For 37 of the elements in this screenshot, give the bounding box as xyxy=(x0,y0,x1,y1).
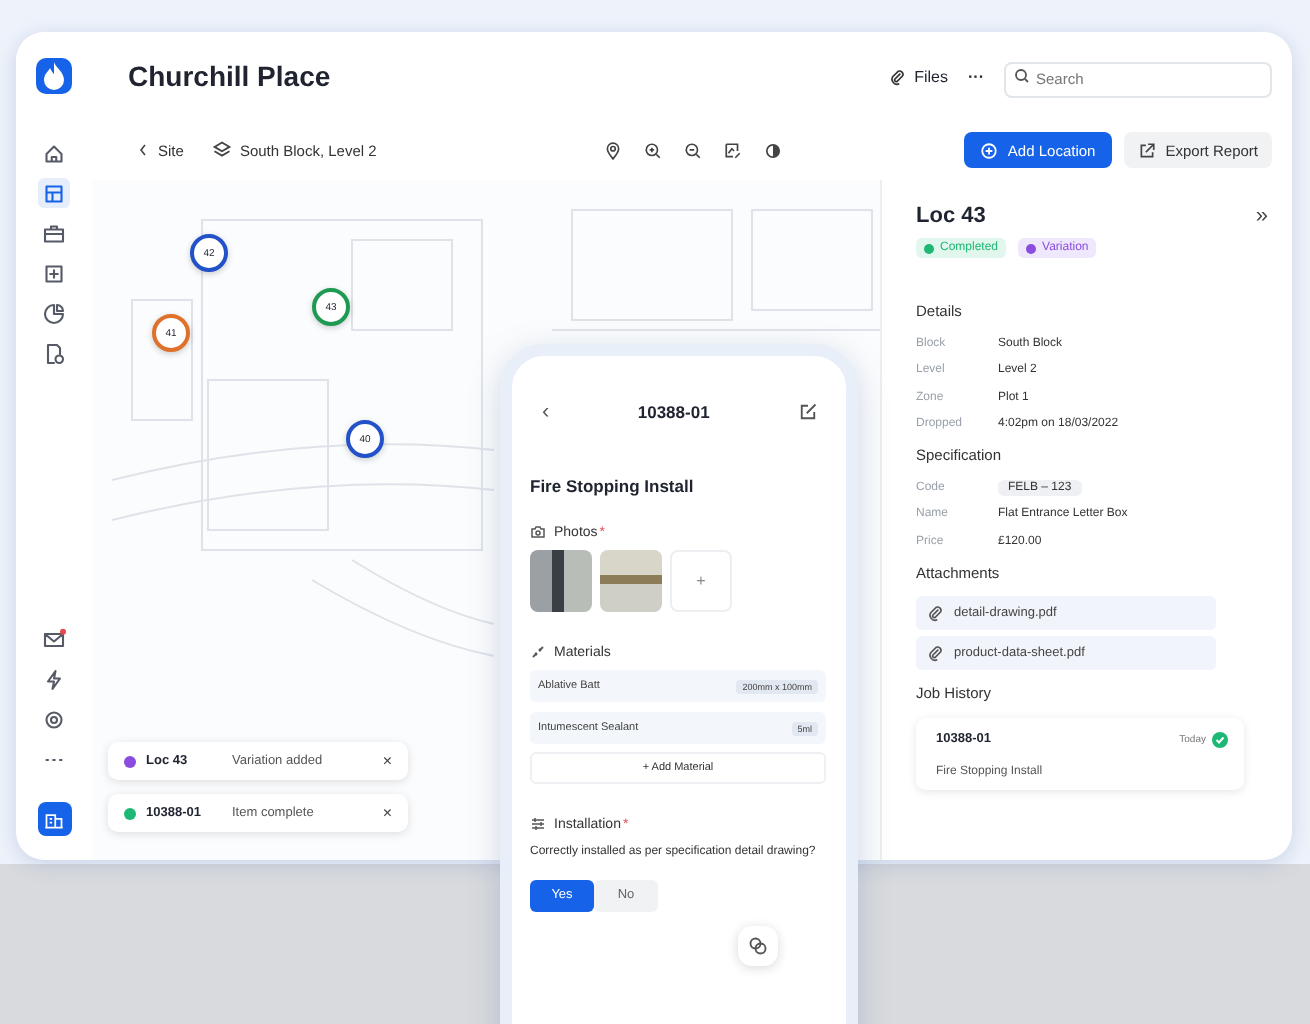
paperclip-icon xyxy=(926,643,944,661)
overlapping-circles-icon xyxy=(748,936,768,956)
job-title: Fire Stopping Install xyxy=(530,476,696,496)
chevron-left-icon xyxy=(136,142,150,158)
close-button[interactable]: × xyxy=(382,752,392,770)
link-icon xyxy=(530,644,546,660)
zoom-out-icon[interactable] xyxy=(684,141,703,159)
image-edit-icon[interactable] xyxy=(724,141,743,159)
files-button[interactable]: Files xyxy=(888,67,948,85)
more-button[interactable]: ··· xyxy=(968,67,984,85)
layers-icon xyxy=(211,140,232,160)
plans-icon[interactable] xyxy=(38,178,70,208)
job-id: 10388-01 xyxy=(637,402,710,422)
paperclip-icon xyxy=(926,603,944,621)
pin-icon[interactable] xyxy=(604,141,623,159)
external-link-icon xyxy=(1137,141,1156,159)
edit-icon[interactable] xyxy=(798,402,818,422)
page-title: Churchill Place xyxy=(128,60,333,92)
search-icon xyxy=(1014,68,1030,84)
collapse-button[interactable]: » xyxy=(1255,204,1268,228)
camera-icon xyxy=(530,524,546,540)
close-button[interactable]: × xyxy=(382,804,392,822)
zoom-in-icon[interactable] xyxy=(644,141,663,159)
location-title: Loc 43 xyxy=(916,204,986,228)
paperclip-icon xyxy=(888,67,907,85)
chart-icon[interactable] xyxy=(38,298,70,328)
check-icon xyxy=(1212,731,1228,747)
contrast-icon[interactable] xyxy=(764,141,783,159)
building-icon[interactable] xyxy=(37,802,71,836)
photo-placeholder[interactable] xyxy=(600,550,662,612)
add-photo-button[interactable]: + xyxy=(670,550,732,612)
flame-logo-icon xyxy=(36,58,72,94)
sliders-icon xyxy=(530,816,546,832)
photo-placeholder[interactable] xyxy=(530,550,592,612)
back-button[interactable]: ‹ xyxy=(542,400,550,424)
floating-action-button[interactable] xyxy=(738,926,778,966)
plus-circle-icon xyxy=(979,141,998,159)
